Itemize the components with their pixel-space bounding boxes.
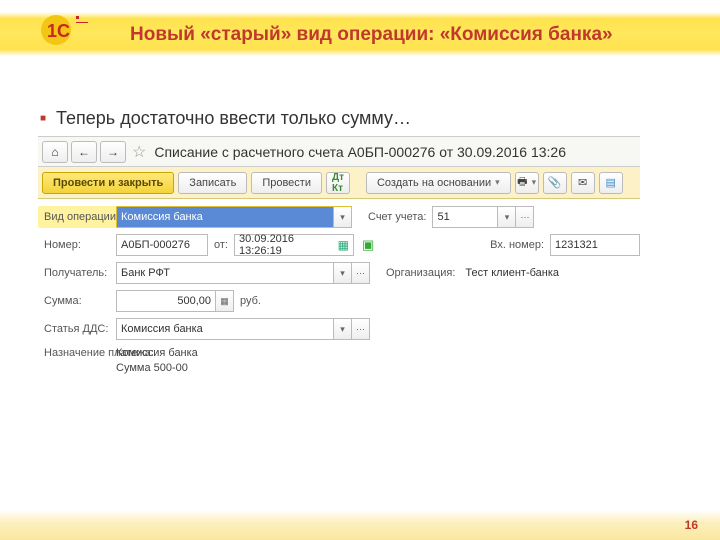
home-button[interactable]: ⌂: [42, 141, 68, 163]
nav-bar: ⌂ ← → ☆ Списание с расчетного счета А0БП…: [38, 137, 640, 167]
recipient-select[interactable]: ⋯: [352, 262, 370, 284]
toolbar: Провести и закрыть Записать Провести ДтК…: [38, 167, 640, 199]
op-type-dropdown[interactable]: ▾: [334, 206, 352, 228]
chevron-down-icon: ▾: [532, 177, 537, 188]
submit-button[interactable]: Провести: [251, 172, 322, 194]
sum-label: Сумма:: [38, 295, 116, 307]
print-button[interactable]: 🖶▾: [515, 172, 539, 194]
arrow-left-icon: ←: [78, 145, 90, 159]
from-label: от:: [208, 239, 234, 251]
create-based-button[interactable]: Создать на основании▾: [366, 172, 511, 194]
chevron-down-icon: ▾: [340, 212, 345, 223]
inc-number-field[interactable]: 1231321: [550, 234, 640, 256]
op-type-field[interactable]: Комиссия банка: [116, 206, 334, 228]
recipient-label: Получатель:: [38, 267, 116, 279]
purpose-label: Назначение платежа:: [38, 343, 116, 360]
mail-button[interactable]: ✉: [571, 172, 595, 194]
favorite-icon[interactable]: ☆: [132, 142, 146, 162]
recipient-field[interactable]: Банк РФТ: [116, 262, 334, 284]
ellipsis-icon: ⋯: [356, 324, 365, 335]
number-label: Номер:: [38, 239, 116, 251]
op-type-label: Вид операции:: [38, 206, 116, 228]
chevron-down-icon: ▾: [340, 268, 345, 279]
home-icon: ⌂: [51, 145, 58, 159]
inc-number-label: Вх. номер:: [484, 239, 550, 251]
page-number: 16: [685, 518, 698, 532]
paperclip-icon: 📎: [548, 176, 562, 189]
calendar-icon[interactable]: ▦: [338, 238, 349, 252]
dt-kt-icon: ДтКт: [332, 172, 344, 194]
dds-dropdown[interactable]: ▾: [334, 318, 352, 340]
number-field[interactable]: А0БП-000276: [116, 234, 208, 256]
mail-icon: ✉: [578, 176, 587, 189]
chevron-down-icon: ▾: [495, 177, 500, 188]
dt-kt-button[interactable]: ДтКт: [326, 172, 350, 194]
org-field[interactable]: Тест клиент-банка: [461, 262, 569, 284]
printer-icon: 🖶: [517, 173, 527, 192]
org-label: Организация:: [380, 267, 461, 279]
dds-label: Статья ДДС:: [38, 323, 116, 335]
sum-calc[interactable]: ▦: [216, 290, 234, 312]
purpose-field[interactable]: Комиссия банка Сумма 500-00: [116, 343, 198, 376]
report-icon: ▤: [605, 176, 615, 189]
submit-close-button[interactable]: Провести и закрыть: [42, 172, 174, 194]
attach-button[interactable]: 📎: [543, 172, 567, 194]
forward-button[interactable]: →: [100, 141, 126, 163]
document-title: Списание с расчетного счета А0БП-000276 …: [154, 144, 566, 160]
slide-bullet: Теперь достаточно ввести только сумму…: [40, 108, 411, 129]
account-field[interactable]: 51: [432, 206, 498, 228]
chevron-down-icon: ▾: [340, 324, 345, 335]
arrow-right-icon: →: [107, 145, 119, 159]
account-select[interactable]: ⋯: [516, 206, 534, 228]
date-field[interactable]: 30.09.2016 13:26:19▦: [234, 234, 354, 256]
chevron-down-icon: ▾: [505, 212, 510, 223]
calculator-icon: ▦: [220, 296, 229, 307]
recipient-dropdown[interactable]: ▾: [334, 262, 352, 284]
dds-select[interactable]: ⋯: [352, 318, 370, 340]
sum-field[interactable]: 500,00: [116, 290, 216, 312]
back-button[interactable]: ←: [71, 141, 97, 163]
logo-1c: 1С: [38, 10, 98, 51]
account-label: Счет учета:: [362, 211, 432, 223]
ellipsis-icon: ⋯: [520, 212, 529, 223]
report-button[interactable]: ▤: [599, 172, 623, 194]
save-button[interactable]: Записать: [178, 172, 247, 194]
form-area: Вид операции: Комиссия банка ▾ Счет учет…: [38, 199, 640, 380]
svg-text:1С: 1С: [47, 21, 70, 41]
currency-label: руб.: [234, 295, 267, 307]
footer-band: [0, 510, 720, 540]
ellipsis-icon: ⋯: [356, 268, 365, 279]
app-window: ⌂ ← → ☆ Списание с расчетного счета А0БП…: [38, 136, 640, 380]
slide-title: Новый «старый» вид операции: «Комиссия б…: [130, 24, 613, 46]
dds-field[interactable]: Комиссия банка: [116, 318, 334, 340]
ok-icon: ▣: [362, 237, 374, 253]
account-dropdown[interactable]: ▾: [498, 206, 516, 228]
